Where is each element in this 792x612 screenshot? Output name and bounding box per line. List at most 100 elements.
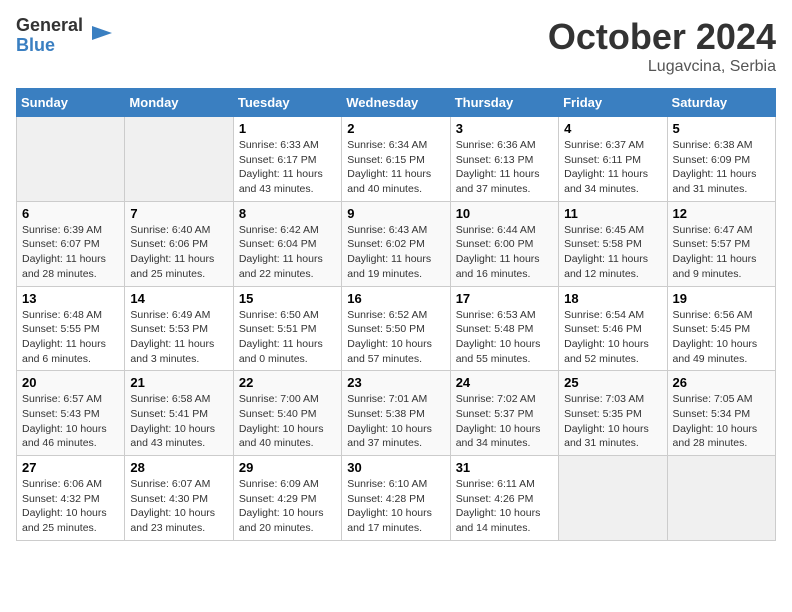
logo-general-text: General [16, 16, 83, 36]
calendar-week-row: 13 Sunrise: 6:48 AMSunset: 5:55 PMDayligh… [17, 286, 776, 371]
day-number: 20 [22, 375, 119, 390]
calendar-week-row: 1 Sunrise: 6:33 AMSunset: 6:17 PMDaylight… [17, 117, 776, 202]
day-info: Sunrise: 6:34 AMSunset: 6:15 PMDaylight:… [347, 139, 431, 195]
day-info: Sunrise: 6:07 AMSunset: 4:30 PMDaylight:… [130, 478, 215, 534]
location-text: Lugavcina, Serbia [548, 58, 776, 76]
calendar-day-cell: 11 Sunrise: 6:45 AMSunset: 5:58 PMDayligh… [559, 201, 667, 286]
day-number: 18 [564, 291, 661, 306]
day-info: Sunrise: 6:56 AMSunset: 5:45 PMDaylight:… [673, 309, 758, 365]
logo: General Blue [16, 16, 117, 56]
day-number: 1 [239, 121, 336, 136]
day-number: 31 [456, 460, 553, 475]
day-number: 17 [456, 291, 553, 306]
day-number: 4 [564, 121, 661, 136]
calendar-day-cell: 29 Sunrise: 6:09 AMSunset: 4:29 PMDayligh… [233, 456, 341, 541]
day-info: Sunrise: 6:54 AMSunset: 5:46 PMDaylight:… [564, 309, 649, 365]
day-number: 2 [347, 121, 444, 136]
calendar-day-cell: 30 Sunrise: 6:10 AMSunset: 4:28 PMDayligh… [342, 456, 450, 541]
day-number: 27 [22, 460, 119, 475]
day-info: Sunrise: 6:33 AMSunset: 6:17 PMDaylight:… [239, 139, 323, 195]
calendar-day-cell [17, 117, 125, 202]
weekday-header-cell: Thursday [450, 89, 558, 117]
calendar-day-cell: 7 Sunrise: 6:40 AMSunset: 6:06 PMDaylight… [125, 201, 233, 286]
weekday-header-cell: Wednesday [342, 89, 450, 117]
day-info: Sunrise: 6:44 AMSunset: 6:00 PMDaylight:… [456, 224, 540, 280]
calendar-day-cell: 8Sunrise: 6:42 AMSunset: 6:04 PMDaylight… [233, 201, 341, 286]
calendar-day-cell: 26Sunrise: 7:05 AMSunset: 5:34 PMDayligh… [667, 371, 775, 456]
calendar-day-cell: 6Sunrise: 6:39 AMSunset: 6:07 PMDaylight… [17, 201, 125, 286]
calendar-day-cell: 28 Sunrise: 6:07 AMSunset: 4:30 PMDayligh… [125, 456, 233, 541]
day-number: 23 [347, 375, 444, 390]
calendar-day-cell: 22Sunrise: 7:00 AMSunset: 5:40 PMDayligh… [233, 371, 341, 456]
calendar-day-cell: 14 Sunrise: 6:49 AMSunset: 5:53 PMDayligh… [125, 286, 233, 371]
calendar-day-cell: 31 Sunrise: 6:11 AMSunset: 4:26 PMDayligh… [450, 456, 558, 541]
calendar-day-cell: 27Sunrise: 6:06 AMSunset: 4:32 PMDayligh… [17, 456, 125, 541]
day-info: Sunrise: 6:40 AMSunset: 6:06 PMDaylight:… [130, 224, 214, 280]
day-info: Sunrise: 6:50 AMSunset: 5:51 PMDaylight:… [239, 309, 323, 365]
calendar-day-cell: 10 Sunrise: 6:44 AMSunset: 6:00 PMDayligh… [450, 201, 558, 286]
day-number: 30 [347, 460, 444, 475]
weekday-header-cell: Sunday [17, 89, 125, 117]
calendar-day-cell: 2 Sunrise: 6:34 AMSunset: 6:15 PMDaylight… [342, 117, 450, 202]
calendar-day-cell: 20 Sunrise: 6:57 AMSunset: 5:43 PMDayligh… [17, 371, 125, 456]
day-number: 3 [456, 121, 553, 136]
day-info: Sunrise: 7:03 AMSunset: 5:35 PMDaylight:… [564, 393, 649, 449]
calendar-week-row: 6Sunrise: 6:39 AMSunset: 6:07 PMDaylight… [17, 201, 776, 286]
day-number: 11 [564, 206, 661, 221]
logo-blue-text: Blue [16, 36, 83, 56]
day-info: Sunrise: 6:38 AMSunset: 6:09 PMDaylight:… [673, 139, 757, 195]
weekday-header-cell: Monday [125, 89, 233, 117]
calendar-body: 1 Sunrise: 6:33 AMSunset: 6:17 PMDaylight… [17, 117, 776, 541]
day-number: 15 [239, 291, 336, 306]
day-number: 19 [673, 291, 770, 306]
calendar-day-cell: 17 Sunrise: 6:53 AMSunset: 5:48 PMDayligh… [450, 286, 558, 371]
day-info: Sunrise: 6:49 AMSunset: 5:53 PMDaylight:… [130, 309, 214, 365]
day-info: Sunrise: 6:43 AMSunset: 6:02 PMDaylight:… [347, 224, 431, 280]
logo-flag-icon [87, 21, 117, 51]
day-info: Sunrise: 6:48 AMSunset: 5:55 PMDaylight:… [22, 309, 106, 365]
day-number: 16 [347, 291, 444, 306]
day-number: 8 [239, 206, 336, 221]
day-number: 28 [130, 460, 227, 475]
day-number: 29 [239, 460, 336, 475]
calendar-day-cell: 15 Sunrise: 6:50 AMSunset: 5:51 PMDayligh… [233, 286, 341, 371]
day-number: 10 [456, 206, 553, 221]
calendar-day-cell: 13 Sunrise: 6:48 AMSunset: 5:55 PMDayligh… [17, 286, 125, 371]
calendar-day-cell: 21Sunrise: 6:58 AMSunset: 5:41 PMDayligh… [125, 371, 233, 456]
day-info: Sunrise: 7:02 AMSunset: 5:37 PMDaylight:… [456, 393, 541, 449]
calendar-day-cell: 16 Sunrise: 6:52 AMSunset: 5:50 PMDayligh… [342, 286, 450, 371]
day-info: Sunrise: 6:47 AMSunset: 5:57 PMDaylight:… [673, 224, 757, 280]
weekday-header-row: SundayMondayTuesdayWednesdayThursdayFrid… [17, 89, 776, 117]
calendar-day-cell: 9Sunrise: 6:43 AMSunset: 6:02 PMDaylight… [342, 201, 450, 286]
day-number: 7 [130, 206, 227, 221]
weekday-header-cell: Tuesday [233, 89, 341, 117]
day-number: 14 [130, 291, 227, 306]
weekday-header-cell: Friday [559, 89, 667, 117]
day-number: 12 [673, 206, 770, 221]
day-info: Sunrise: 6:45 AMSunset: 5:58 PMDaylight:… [564, 224, 648, 280]
day-number: 13 [22, 291, 119, 306]
calendar-week-row: 20 Sunrise: 6:57 AMSunset: 5:43 PMDayligh… [17, 371, 776, 456]
calendar-day-cell: 19 Sunrise: 6:56 AMSunset: 5:45 PMDayligh… [667, 286, 775, 371]
day-info: Sunrise: 6:37 AMSunset: 6:11 PMDaylight:… [564, 139, 648, 195]
day-info: Sunrise: 6:09 AMSunset: 4:29 PMDaylight:… [239, 478, 324, 534]
calendar-table: SundayMondayTuesdayWednesdayThursdayFrid… [16, 88, 776, 541]
calendar-day-cell: 5 Sunrise: 6:38 AMSunset: 6:09 PMDaylight… [667, 117, 775, 202]
calendar-day-cell: 3 Sunrise: 6:36 AMSunset: 6:13 PMDaylight… [450, 117, 558, 202]
day-info: Sunrise: 6:52 AMSunset: 5:50 PMDaylight:… [347, 309, 432, 365]
day-number: 22 [239, 375, 336, 390]
calendar-day-cell: 1 Sunrise: 6:33 AMSunset: 6:17 PMDaylight… [233, 117, 341, 202]
day-number: 21 [130, 375, 227, 390]
calendar-day-cell [125, 117, 233, 202]
calendar-week-row: 27Sunrise: 6:06 AMSunset: 4:32 PMDayligh… [17, 456, 776, 541]
month-title: October 2024 [548, 16, 776, 58]
day-info: Sunrise: 6:11 AMSunset: 4:26 PMDaylight:… [456, 478, 541, 534]
day-number: 24 [456, 375, 553, 390]
day-number: 6 [22, 206, 119, 221]
day-info: Sunrise: 6:57 AMSunset: 5:43 PMDaylight:… [22, 393, 107, 449]
day-info: Sunrise: 6:36 AMSunset: 6:13 PMDaylight:… [456, 139, 540, 195]
day-number: 25 [564, 375, 661, 390]
day-info: Sunrise: 6:10 AMSunset: 4:28 PMDaylight:… [347, 478, 432, 534]
day-number: 5 [673, 121, 770, 136]
day-info: Sunrise: 6:53 AMSunset: 5:48 PMDaylight:… [456, 309, 541, 365]
